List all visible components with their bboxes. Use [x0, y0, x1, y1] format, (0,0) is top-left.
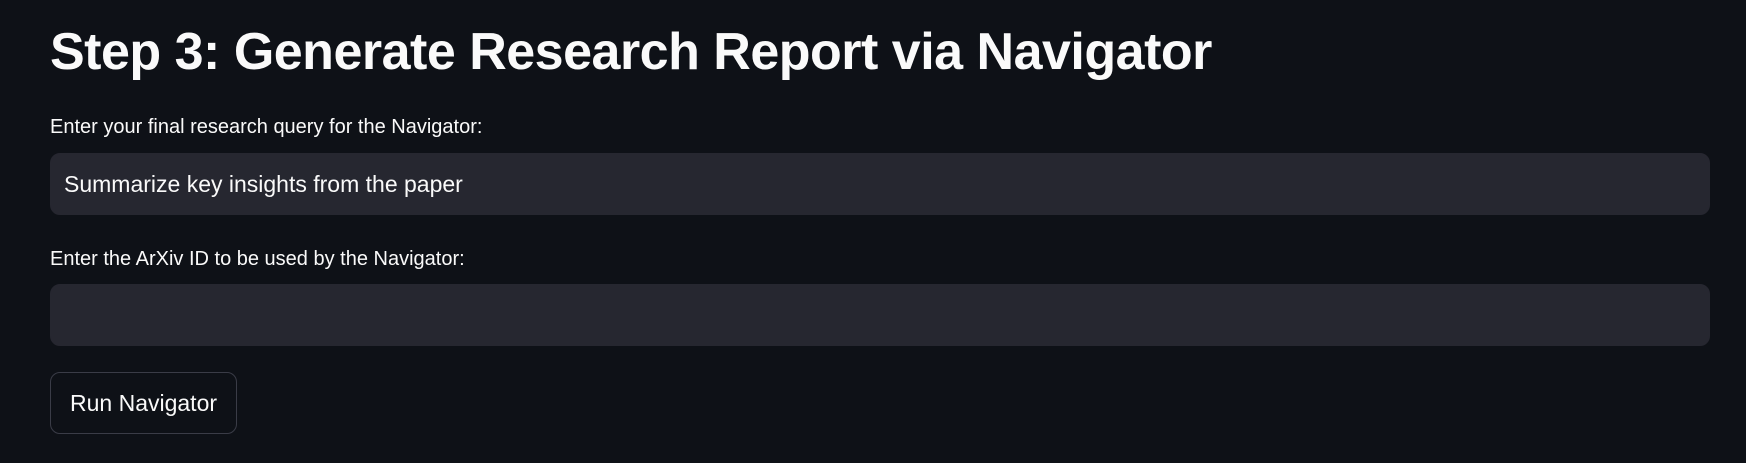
page-title: Step 3: Generate Research Report via Nav… — [50, 23, 1212, 81]
arxiv-id-input[interactable] — [50, 284, 1710, 346]
arxiv-id-label: Enter the ArXiv ID to be used by the Nav… — [50, 248, 465, 270]
research-query-input[interactable] — [50, 153, 1710, 215]
research-query-label: Enter your final research query for the … — [50, 116, 483, 138]
run-navigator-button[interactable]: Run Navigator — [50, 372, 238, 434]
